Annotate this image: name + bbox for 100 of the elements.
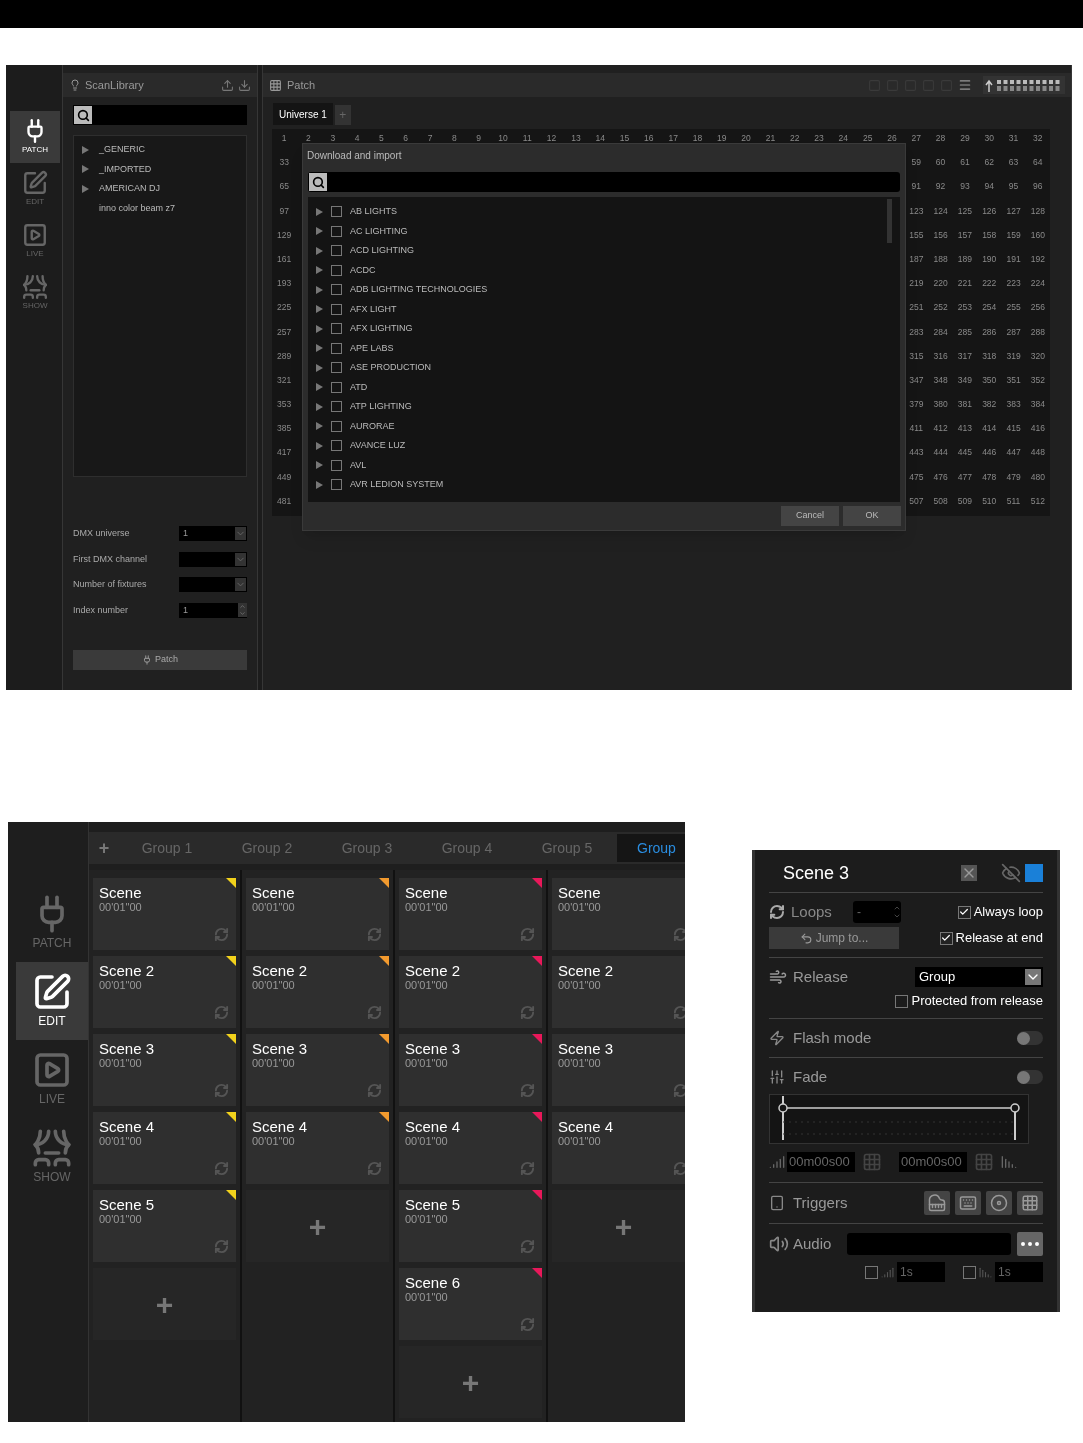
checkbox[interactable] (331, 440, 342, 452)
checkbox[interactable] (331, 284, 342, 296)
checkbox[interactable] (331, 245, 342, 257)
audio-file-field[interactable] (847, 1233, 1011, 1255)
list-item[interactable]: ATP LIGHTING (350, 400, 412, 414)
nav-tab[interactable]: PATCH (10, 111, 60, 163)
tree-item[interactable]: _GENERIC (99, 143, 145, 157)
expand-arrow-icon[interactable] (316, 207, 323, 216)
expand-arrow-icon[interactable] (82, 165, 89, 174)
dropdown-field[interactable]: 1 (179, 526, 247, 542)
caret-icon[interactable] (235, 578, 246, 592)
expand-arrow-icon[interactable] (316, 246, 323, 255)
scene-card[interactable]: Scene 6 00'01"00 (399, 1268, 542, 1340)
search-field[interactable] (73, 105, 247, 125)
export-icon[interactable] (221, 78, 234, 92)
expand-arrow-icon[interactable] (316, 324, 323, 333)
checkbox[interactable] (331, 362, 342, 374)
color-swatch[interactable] (1025, 864, 1043, 882)
checkbox[interactable] (331, 225, 342, 237)
nav-tab[interactable]: EDIT (16, 962, 88, 1040)
scene-card[interactable]: Scene 00'01"00 (246, 878, 389, 950)
checkbox[interactable] (957, 905, 971, 919)
keyboard-icon[interactable] (955, 1191, 981, 1215)
scene-card[interactable]: Scene 4 00'01"00 (93, 1112, 236, 1184)
toggle-switch[interactable] (1017, 1031, 1043, 1045)
eye-off-icon[interactable] (1001, 863, 1021, 883)
dropdown-field[interactable] (179, 551, 247, 567)
piano-icon[interactable] (924, 1191, 950, 1215)
tree-item[interactable]: AMERICAN DJ (99, 182, 160, 196)
dialog-button[interactable]: Cancel (781, 506, 839, 526)
dialog-button[interactable]: OK (843, 506, 901, 526)
expand-arrow-icon[interactable] (316, 305, 323, 314)
list-item[interactable]: AB LIGHTS (350, 205, 397, 219)
checkbox[interactable] (331, 323, 342, 335)
checkbox[interactable] (331, 479, 342, 491)
expand-arrow-icon[interactable] (316, 422, 323, 431)
list-item[interactable]: ADB LIGHTING TECHNOLOGIES (350, 283, 488, 297)
scene-card[interactable]: Scene 2 00'01"00 (246, 956, 389, 1028)
scene-card[interactable]: Scene 4 00'01"00 (399, 1112, 542, 1184)
scene-card[interactable]: Scene 00'01"00 (93, 878, 236, 950)
expand-arrow-icon[interactable] (316, 402, 323, 411)
dropdown-field[interactable] (179, 577, 247, 593)
scene-card[interactable]: Scene 5 00'01"00 (93, 1190, 236, 1262)
list-item[interactable]: ACD LIGHTING (350, 244, 414, 258)
list-item[interactable]: ATD (350, 380, 368, 394)
scene-card[interactable]: Scene 3 00'01"00 (93, 1034, 236, 1106)
checkbox[interactable] (865, 1265, 878, 1279)
expand-arrow-icon[interactable] (316, 227, 323, 236)
list-item[interactable]: AVL (350, 458, 367, 472)
checkbox[interactable] (963, 1265, 976, 1279)
tree-item[interactable]: _IMPORTED (99, 162, 152, 176)
scene-card[interactable]: Scene 00'01"00 (552, 878, 685, 950)
scene-card[interactable]: Scene 4 00'01"00 (552, 1112, 685, 1184)
expand-arrow-icon[interactable] (316, 383, 323, 392)
checkbox[interactable] (331, 401, 342, 413)
fade-in-spinner[interactable]: 1s (897, 1262, 945, 1282)
list-item[interactable]: ACDC (350, 263, 376, 277)
caret-icon[interactable] (235, 552, 246, 566)
expand-arrow-icon[interactable] (316, 344, 323, 353)
grid-icon[interactable] (1017, 1191, 1043, 1215)
search-field[interactable] (308, 172, 900, 192)
import-icon[interactable] (238, 78, 251, 92)
list-item[interactable]: AC LIGHTING (350, 224, 408, 238)
fade-curve-drawing[interactable] (769, 1094, 1029, 1144)
fade-in-field[interactable]: 00m00s00 (787, 1152, 855, 1172)
checkbox[interactable] (331, 342, 342, 354)
list-item[interactable]: ASE PRODUCTION (350, 361, 431, 375)
group-tab[interactable]: Group (617, 834, 685, 862)
checkbox[interactable] (331, 206, 342, 218)
expand-arrow-icon[interactable] (82, 145, 89, 154)
checkbox[interactable] (331, 459, 342, 471)
expand-arrow-icon[interactable] (316, 480, 323, 489)
expand-arrow-icon[interactable] (316, 461, 323, 470)
spinner-field[interactable]: 1 (179, 602, 247, 618)
scene-card[interactable]: Scene 00'01"00 (399, 878, 542, 950)
expand-arrow-icon[interactable] (316, 285, 323, 294)
release-dropdown[interactable]: Group (915, 967, 1043, 987)
fade-out-spinner[interactable]: 1s (995, 1262, 1043, 1282)
toggle-switch[interactable] (1017, 1070, 1043, 1084)
expand-arrow-icon[interactable] (316, 441, 323, 450)
list-item[interactable]: AFX LIGHTING (350, 322, 413, 336)
list-item[interactable]: AVR LEDION SYSTEM (350, 478, 444, 492)
checkbox[interactable] (895, 994, 909, 1008)
close-icon[interactable] (961, 865, 977, 881)
checkbox[interactable] (331, 303, 342, 315)
scene-card[interactable]: Scene 2 00'01"00 (552, 956, 685, 1028)
scene-card[interactable]: Scene 5 00'01"00 (399, 1190, 542, 1262)
checkbox[interactable] (939, 931, 953, 945)
checkbox[interactable] (331, 420, 342, 432)
tree-item[interactable]: inno color beam z7 (99, 201, 176, 215)
expand-arrow-icon[interactable] (316, 266, 323, 275)
list-item[interactable]: AVANCE LUZ (350, 439, 406, 453)
patch-button[interactable]: Patch (73, 650, 247, 670)
universe-tab[interactable]: Universe 1 (273, 103, 333, 125)
list-icon[interactable] (958, 78, 972, 92)
scene-card[interactable]: Scene 3 00'01"00 (246, 1034, 389, 1106)
scene-card[interactable]: Scene 3 00'01"00 (552, 1034, 685, 1106)
scene-card[interactable]: Scene 2 00'01"00 (399, 956, 542, 1028)
scene-card[interactable]: Scene 4 00'01"00 (246, 1112, 389, 1184)
list-item[interactable]: APE LABS (350, 341, 394, 355)
